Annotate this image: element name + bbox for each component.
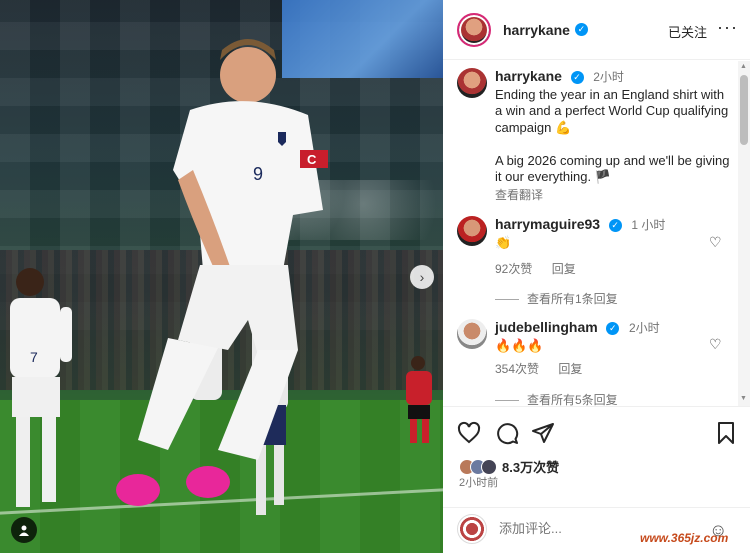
caption-avatar[interactable] bbox=[457, 68, 487, 98]
view-replies-link[interactable]: 查看所有1条回复 bbox=[495, 290, 618, 307]
divider bbox=[495, 400, 519, 402]
caption-time: 2小时 bbox=[593, 70, 624, 84]
comment-reply-button[interactable]: 回复 bbox=[552, 262, 576, 276]
commenter-avatar[interactable] bbox=[457, 319, 487, 349]
verified-badge-icon: ✓ bbox=[570, 71, 584, 85]
view-replies-link[interactable]: 查看所有5条回复 bbox=[495, 391, 618, 406]
opponent-player bbox=[406, 356, 432, 443]
follow-status-button[interactable]: 已关注 bbox=[668, 22, 707, 41]
view-replies-label: 查看所有5条回复 bbox=[527, 393, 618, 406]
commenter-avatar[interactable] bbox=[457, 216, 487, 246]
svg-text:9: 9 bbox=[253, 164, 263, 184]
comments-scroll-area[interactable]: harrykane ✓ 2小时 Ending the year in an En… bbox=[443, 61, 736, 406]
comment-meta: 92次赞 回复 bbox=[495, 260, 592, 277]
verified-badge-icon: ✓ bbox=[608, 219, 622, 233]
post-side-panel: harrykane ✓ 已关注 ··· harrykane ✓ 2小时 Endi… bbox=[443, 0, 750, 553]
share-icon[interactable] bbox=[531, 421, 555, 445]
comment-time: 2小时 bbox=[628, 321, 660, 335]
post-header: harrykane ✓ 已关注 ··· bbox=[443, 0, 750, 60]
comment-like-icon[interactable]: ♡ bbox=[709, 234, 722, 251]
svg-text:7: 7 bbox=[30, 349, 38, 365]
heart-icon[interactable] bbox=[457, 421, 481, 445]
scroll-down-icon[interactable]: ▼ bbox=[740, 395, 747, 402]
post-timestamp: 2小时前 bbox=[459, 477, 499, 489]
teammate-left: 7 bbox=[10, 268, 72, 507]
more-options-button[interactable]: ··· bbox=[717, 17, 738, 38]
svg-text:C: C bbox=[307, 152, 317, 167]
comments-scrollbar[interactable]: ▲ ▼ bbox=[738, 61, 750, 406]
comment-username[interactable]: harrymaguire93 bbox=[495, 216, 600, 232]
see-translation-link[interactable]: 查看翻译 bbox=[495, 187, 730, 204]
more-icon: ··· bbox=[717, 17, 738, 37]
user-tag-icon bbox=[19, 525, 29, 536]
watermark: www.365jz.com bbox=[640, 531, 729, 545]
comment-reply-button[interactable]: 回复 bbox=[558, 362, 582, 376]
comment-like-icon[interactable]: ♡ bbox=[709, 336, 722, 353]
author-username[interactable]: harrykane bbox=[503, 22, 570, 38]
author-avatar[interactable] bbox=[457, 12, 491, 47]
comment-text: 👏 bbox=[495, 234, 512, 250]
comment-likes[interactable]: 354次赞 bbox=[495, 362, 539, 376]
scroll-up-icon[interactable]: ▲ bbox=[740, 63, 747, 70]
user-tag-button[interactable] bbox=[11, 517, 37, 543]
caption-username[interactable]: harrykane bbox=[495, 68, 562, 84]
comment-username[interactable]: judebellingham bbox=[495, 319, 598, 335]
bookmark-icon[interactable] bbox=[714, 421, 738, 445]
comment-time: 1 小时 bbox=[631, 218, 666, 232]
comment-meta: 354次赞 回复 bbox=[495, 360, 598, 377]
view-replies-label: 查看所有1条回复 bbox=[527, 292, 618, 306]
comment-likes[interactable]: 92次赞 bbox=[495, 262, 532, 276]
divider bbox=[495, 299, 519, 301]
caption-text: Ending the year in an England shirt with… bbox=[495, 86, 730, 185]
comment-icon[interactable] bbox=[495, 421, 519, 445]
comment-text: 🔥🔥🔥 bbox=[495, 337, 544, 353]
liker-avatar bbox=[481, 458, 497, 475]
scrollbar-thumb[interactable] bbox=[740, 75, 748, 145]
likes-count[interactable]: 8.3万次赞 bbox=[502, 457, 559, 476]
current-user-avatar bbox=[457, 514, 487, 544]
chevron-right-icon: › bbox=[419, 269, 425, 285]
post-photo[interactable]: 7 5 C 9 › bbox=[0, 0, 443, 553]
next-photo-button[interactable]: › bbox=[410, 265, 434, 289]
main-player: C 9 bbox=[116, 39, 328, 506]
verified-badge-icon: ✓ bbox=[574, 23, 588, 36]
verified-badge-icon: ✓ bbox=[606, 322, 620, 336]
comment-composer: ☺ bbox=[443, 507, 750, 553]
